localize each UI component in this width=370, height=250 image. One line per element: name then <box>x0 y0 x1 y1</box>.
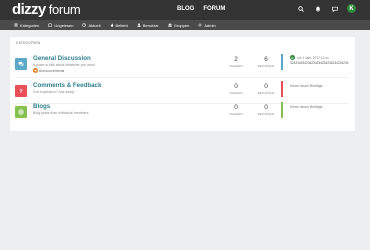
categories-header: KATEGORIEN <box>16 41 41 45</box>
subnav-label: Gruppen <box>173 22 190 28</box>
no-new-posts-text: Keine neuen Beiträge <box>290 84 323 88</box>
subnav-label: Ungelesen <box>54 22 74 28</box>
logo-text-bold: dizzy <box>12 1 46 18</box>
topics-stat: 2 THEMEN <box>221 56 251 68</box>
category-title[interactable]: General Discussion <box>33 55 91 62</box>
topics-count: 2 <box>234 56 238 63</box>
fire-icon <box>110 23 113 27</box>
globe-icon[interactable] <box>15 106 27 118</box>
category-color-bar <box>281 102 283 118</box>
comments-icon[interactable] <box>15 58 27 70</box>
subnav-label: Aktuell <box>88 22 101 28</box>
posts-stat: 6 BEITRÄGE <box>251 56 281 68</box>
categories-card: KATEGORIEN General Discussion A place to… <box>10 37 355 131</box>
cogs-icon <box>198 23 202 27</box>
logo-text-light: forum <box>48 2 81 17</box>
subnav-label: Admin <box>204 22 216 28</box>
subnav-item-admin[interactable]: Admin <box>198 22 216 28</box>
last-post-date: vor 1 Jahr, 2017-12-xx <box>297 55 329 60</box>
group-icon <box>167 23 172 27</box>
subcategory-announcements[interactable]: Announcements <box>33 68 64 73</box>
category-description: Blog posts from individual members <box>33 111 89 115</box>
user-icon <box>137 23 141 27</box>
category-title[interactable]: Blogs <box>33 103 50 110</box>
topics-label: THEMEN <box>229 112 243 116</box>
nav-link-forum[interactable]: FORUM <box>203 5 225 14</box>
posts-count: 6 <box>264 56 268 63</box>
subnav-label: Beliebt <box>115 22 128 28</box>
no-new-posts-text: Keine neuen Beiträge <box>290 105 323 109</box>
category-description: Got a question? Ask away! <box>33 90 75 94</box>
posts-stat: 0 BEITRÄGE <box>251 104 281 116</box>
subnav-label: Kategorien <box>20 22 40 28</box>
posts-stat: 0 BEITRÄGE <box>251 83 281 95</box>
posts-label: BEITRÄGE <box>257 112 275 116</box>
notifications-bell-icon[interactable] <box>313 4 322 13</box>
last-post[interactable]: K vor 1 Jahr, 2017-12-xx 324234234234234… <box>290 55 349 65</box>
search-icon[interactable] <box>296 4 305 13</box>
list-icon <box>14 23 18 27</box>
category-row-general-discussion: General Discussion A place to talk about… <box>10 54 355 76</box>
topics-label: THEMEN <box>229 64 243 68</box>
question-icon[interactable]: ? <box>15 85 27 97</box>
svg-text:?: ? <box>19 89 22 94</box>
subnav-item-aktuell[interactable]: Aktuell <box>82 22 101 28</box>
inbox-icon <box>48 23 53 27</box>
category-description: A place to talk about whatever you want <box>33 63 95 67</box>
last-post-text[interactable]: 324234234234234234234234234234234 <box>290 61 349 65</box>
category-title[interactable]: Comments & Feedback <box>33 82 101 89</box>
posts-label: BEITRÄGE <box>257 91 275 95</box>
topics-count: 0 <box>234 83 238 90</box>
subnav-label: Benutzer <box>142 22 159 28</box>
clock-icon <box>82 23 87 27</box>
posts-count: 0 <box>264 104 268 111</box>
category-row-comments-feedback: ? Comments & Feedback Got a question? As… <box>10 81 355 103</box>
topics-stat: 0 THEMEN <box>221 104 251 116</box>
chat-icon[interactable] <box>330 4 339 13</box>
category-color-bar <box>281 54 283 70</box>
subcategory-label: Announcements <box>39 68 65 73</box>
subnav-item-ungelesen[interactable]: Ungelesen <box>48 23 73 28</box>
bullhorn-icon <box>33 68 38 73</box>
nav-link-blog[interactable]: BLOG <box>177 5 194 14</box>
category-color-bar <box>281 81 283 97</box>
topics-stat: 0 THEMEN <box>221 83 251 95</box>
subnav-item-kategorien[interactable]: Kategorien <box>14 23 39 28</box>
subnav-item-gruppen[interactable]: Gruppen <box>167 22 190 28</box>
subnav-item-benutzer[interactable]: Benutzer <box>137 23 159 28</box>
site-logo[interactable]: dizzy forum <box>12 1 81 18</box>
posts-count: 0 <box>264 83 268 90</box>
last-post-avatar[interactable]: K <box>290 55 295 60</box>
main-nav: BLOG FORUM <box>177 5 225 14</box>
topics-label: THEMEN <box>229 91 243 95</box>
top-navbar: dizzy forum BLOG FORUM K <box>0 0 370 20</box>
posts-label: BEITRÄGE <box>257 64 275 68</box>
topics-count: 0 <box>234 104 238 111</box>
user-avatar[interactable]: K <box>347 4 356 13</box>
top-icons: K <box>296 4 356 13</box>
sub-navbar: Kategorien Ungelesen Aktuell Beliebt Ben… <box>0 20 370 30</box>
category-row-blogs: Blogs Blog posts from individual members… <box>10 102 355 124</box>
subnav-item-beliebt[interactable]: Beliebt <box>110 23 128 28</box>
row-separator <box>16 77 349 78</box>
